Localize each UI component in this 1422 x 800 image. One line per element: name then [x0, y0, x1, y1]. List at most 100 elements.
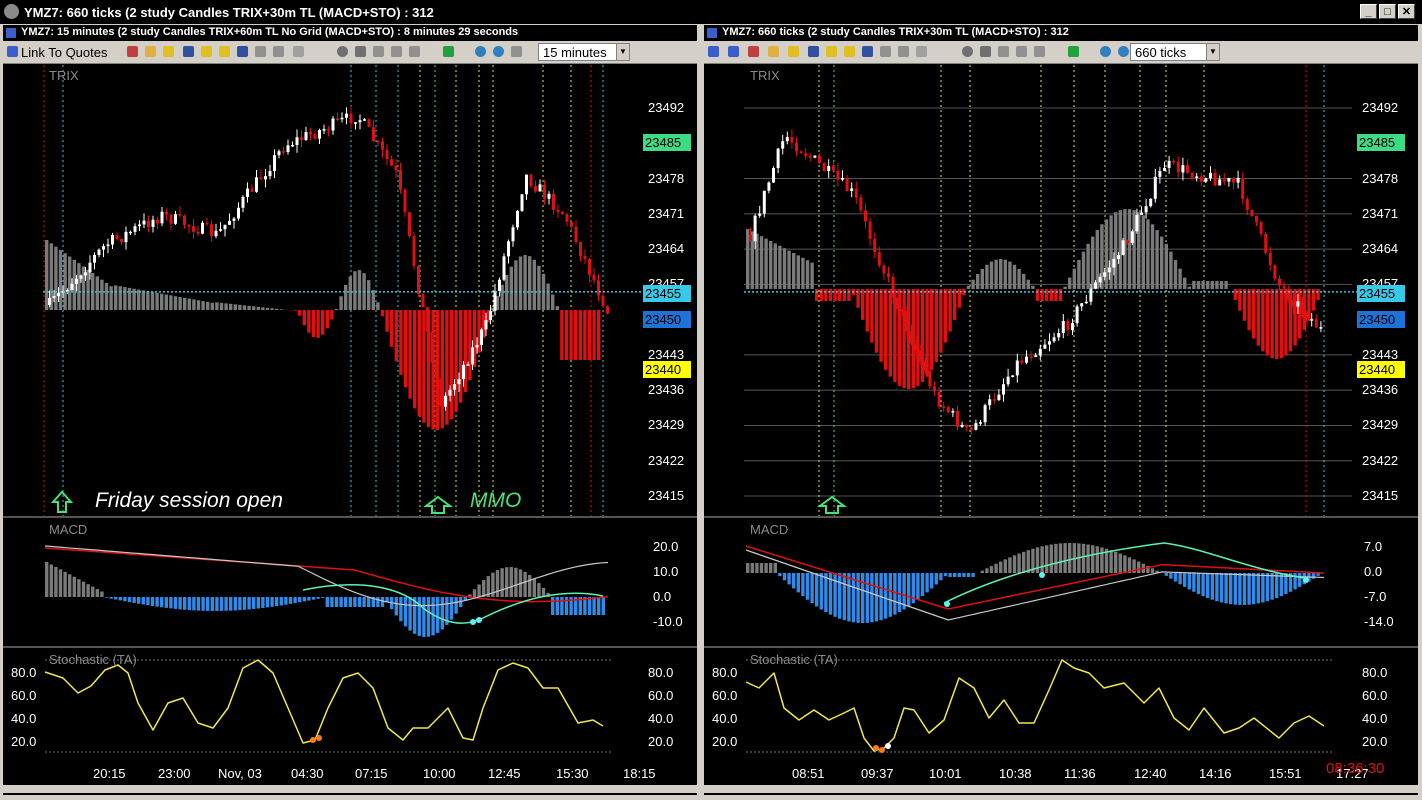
- zoom-in-icon[interactable]: [1100, 46, 1111, 57]
- trix-bar: [879, 289, 883, 362]
- candle-body: [444, 395, 447, 407]
- draw-tools-icon[interactable]: [898, 46, 909, 57]
- link-to-quotes-button[interactable]: Link To Quotes: [21, 45, 107, 60]
- star-icon[interactable]: [844, 46, 855, 57]
- macd-histogram-bar: [367, 597, 371, 607]
- close-button[interactable]: ✕: [1398, 4, 1415, 19]
- line-tool-icon[interactable]: [391, 46, 402, 57]
- arrow-right-icon[interactable]: [443, 46, 454, 57]
- macd-cross-dot: [470, 619, 476, 625]
- interval-select[interactable]: 660 ticks ▼: [1130, 43, 1220, 61]
- properties-icon[interactable]: [880, 46, 891, 57]
- arrow-right-icon[interactable]: [1068, 46, 1079, 57]
- trix-bar: [348, 276, 352, 310]
- right-price-panel[interactable]: TRIX 23492 23478 23471 23464 23457 23443 23436…: [704, 65, 1418, 516]
- macd-histogram-bar: [861, 573, 865, 623]
- left-price-panel[interactable]: TRIX 23492 23478 23471 23464 23457 23443 23436…: [3, 65, 697, 516]
- pen-tool-icon[interactable]: [1034, 46, 1045, 57]
- link-icon[interactable]: [708, 46, 719, 57]
- candle-body: [1301, 301, 1304, 313]
- pen-tool-icon[interactable]: [409, 46, 420, 57]
- bar-type-icon[interactable]: [748, 46, 759, 57]
- candle-body: [561, 212, 564, 215]
- ellipse-tool-icon[interactable]: [337, 46, 348, 57]
- right-macd-panel[interactable]: MACD 7.0 0.0 -7.0 -14.0: [704, 516, 1418, 646]
- time-axis-label: 18:15: [623, 766, 656, 781]
- macd-histogram-bar: [514, 567, 518, 597]
- stochastic-level-label: 60.0: [11, 688, 37, 703]
- rectangle-tool-icon[interactable]: [355, 46, 366, 57]
- zoom-out-icon[interactable]: [1118, 46, 1129, 57]
- star-icon[interactable]: [201, 46, 212, 57]
- chart-icon[interactable]: [728, 46, 739, 57]
- properties-icon[interactable]: [255, 46, 266, 57]
- interval-select[interactable]: 15 minutes ▼: [538, 43, 630, 61]
- trix-bar: [801, 257, 805, 289]
- maximize-button[interactable]: □: [1379, 4, 1396, 19]
- macd-histogram-bar: [980, 570, 984, 573]
- eraser-icon[interactable]: [511, 46, 522, 57]
- trix-bar: [1192, 281, 1196, 289]
- trix-bar: [339, 296, 343, 310]
- trix-bar: [985, 264, 989, 289]
- candle-body: [956, 410, 959, 427]
- link-icon[interactable]: [7, 46, 18, 57]
- candle-body: [933, 386, 936, 392]
- time-axis-label: Nov, 03: [218, 766, 262, 781]
- macd-histogram-bar: [532, 578, 536, 597]
- minimize-button[interactable]: _: [1360, 4, 1377, 19]
- candle-body: [403, 189, 407, 213]
- save-icon[interactable]: [808, 46, 819, 57]
- pencil-icon[interactable]: [916, 46, 927, 57]
- left-chart-title: YMZ7: 15 minutes (2 study Candles TRIX+6…: [21, 26, 519, 38]
- stochastic-level-label: 40.0: [712, 711, 738, 726]
- favorite-icon[interactable]: [788, 46, 799, 57]
- macd-histogram-bar: [399, 597, 403, 622]
- trix-bar: [746, 229, 750, 289]
- trix-bar: [164, 294, 168, 310]
- pencil-icon[interactable]: [293, 46, 304, 57]
- macd-histogram-bar: [1137, 561, 1141, 573]
- candle-body: [1282, 285, 1286, 289]
- rectangle-tool-icon[interactable]: [980, 46, 991, 57]
- candle-body: [877, 252, 881, 266]
- right-scrollbar[interactable]: [704, 785, 1418, 793]
- left-scrollbar[interactable]: [3, 785, 697, 793]
- candle-body: [583, 255, 587, 260]
- candle-body: [466, 364, 470, 366]
- favorite-icon[interactable]: [163, 46, 174, 57]
- delete-icon[interactable]: [373, 46, 384, 57]
- draw-tools-icon[interactable]: [273, 46, 284, 57]
- left-macd-panel[interactable]: MACD 20.0 10.0 0.0 -10.0: [3, 516, 697, 646]
- trix-bar: [1247, 289, 1251, 331]
- left-stochastic-panel[interactable]: Stochastic (TA) 80.0 60.0 40.0 20.0 80.0 60.0…: [3, 646, 697, 764]
- macd-histogram-bar: [68, 574, 72, 597]
- chevron-down-icon[interactable]: ▼: [616, 44, 629, 60]
- trix-bar: [160, 293, 164, 310]
- candle-body: [165, 211, 168, 215]
- trix-bar: [884, 289, 888, 370]
- chevron-down-icon[interactable]: ▼: [1206, 44, 1219, 60]
- trix-bar: [417, 310, 421, 417]
- candle-body: [556, 209, 560, 213]
- save-icon[interactable]: [183, 46, 194, 57]
- zoom-out-icon[interactable]: [493, 46, 504, 57]
- line-tool-icon[interactable]: [1016, 46, 1027, 57]
- macd-histogram-bar: [560, 597, 564, 615]
- open-folder-icon[interactable]: [768, 46, 779, 57]
- open-folder-icon[interactable]: [145, 46, 156, 57]
- ellipse-tool-icon[interactable]: [962, 46, 973, 57]
- trix-bar: [1173, 259, 1178, 289]
- star-icon[interactable]: [826, 46, 837, 57]
- right-stochastic-panel[interactable]: Stochastic (TA) 80.0 60.0 40.0 20.0 80.0 60.0…: [704, 646, 1418, 764]
- candle-body: [156, 219, 159, 224]
- macd-histogram-bar: [792, 573, 796, 589]
- bar-type-icon[interactable]: [127, 46, 138, 57]
- candle-body: [900, 308, 904, 312]
- macd-histogram-bar: [838, 573, 842, 619]
- print-icon[interactable]: [237, 46, 248, 57]
- zoom-in-icon[interactable]: [475, 46, 486, 57]
- delete-icon[interactable]: [998, 46, 1009, 57]
- star-icon[interactable]: [219, 46, 230, 57]
- print-icon[interactable]: [862, 46, 873, 57]
